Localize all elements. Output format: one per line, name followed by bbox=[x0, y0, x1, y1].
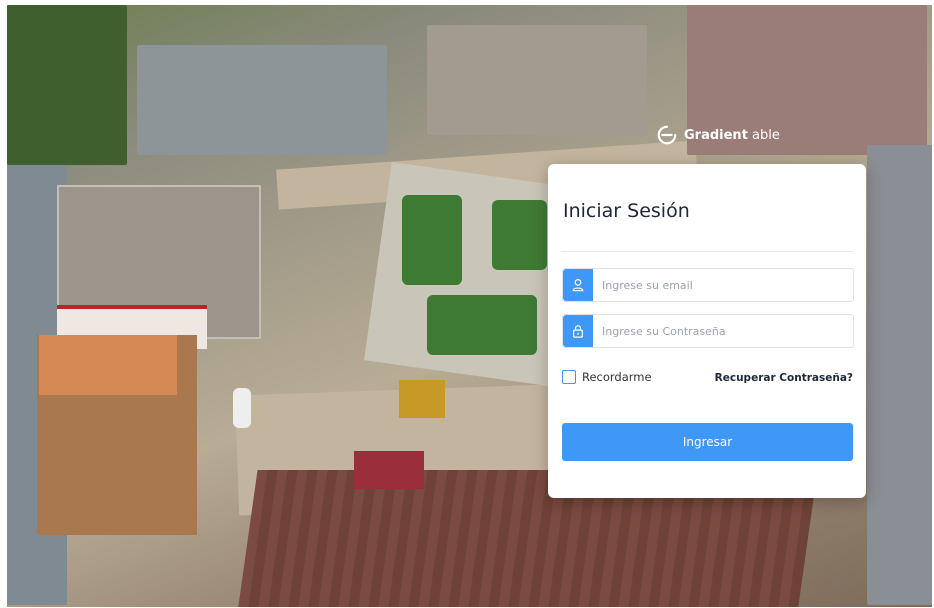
password-field bbox=[562, 314, 854, 348]
divider bbox=[561, 251, 853, 252]
plaza-garden bbox=[402, 195, 462, 285]
brand-name-light: able bbox=[747, 127, 780, 143]
rooftops bbox=[427, 25, 647, 135]
remember-label: Recordarme bbox=[582, 370, 652, 384]
car bbox=[233, 388, 251, 428]
email-input[interactable] bbox=[593, 269, 853, 301]
brand-name: Gradient able bbox=[684, 128, 780, 143]
plaza-garden bbox=[427, 295, 537, 355]
trees bbox=[7, 5, 127, 165]
tower-roof bbox=[39, 335, 177, 395]
brand-logo: Gradient able bbox=[656, 124, 780, 146]
user-icon bbox=[563, 269, 593, 301]
password-input[interactable] bbox=[593, 315, 853, 347]
email-field bbox=[562, 268, 854, 302]
plaza-garden bbox=[492, 200, 547, 270]
truck bbox=[354, 451, 424, 489]
brand-name-bold: Gradient bbox=[684, 127, 748, 143]
rooftops bbox=[867, 145, 932, 605]
bulldozer bbox=[399, 380, 445, 418]
remember-me[interactable]: Recordarme bbox=[562, 370, 652, 384]
login-card: Iniciar Sesión Recordarme Recuperar Cont… bbox=[548, 164, 866, 498]
login-title: Iniciar Sesión bbox=[563, 200, 690, 222]
gradient-logo-icon bbox=[657, 125, 677, 145]
login-button[interactable]: Ingresar bbox=[562, 423, 853, 461]
recover-password-link[interactable]: Recuperar Contraseña? bbox=[715, 372, 853, 384]
lock-icon bbox=[563, 315, 593, 347]
remember-checkbox[interactable] bbox=[562, 370, 576, 384]
rooftops bbox=[137, 45, 387, 155]
